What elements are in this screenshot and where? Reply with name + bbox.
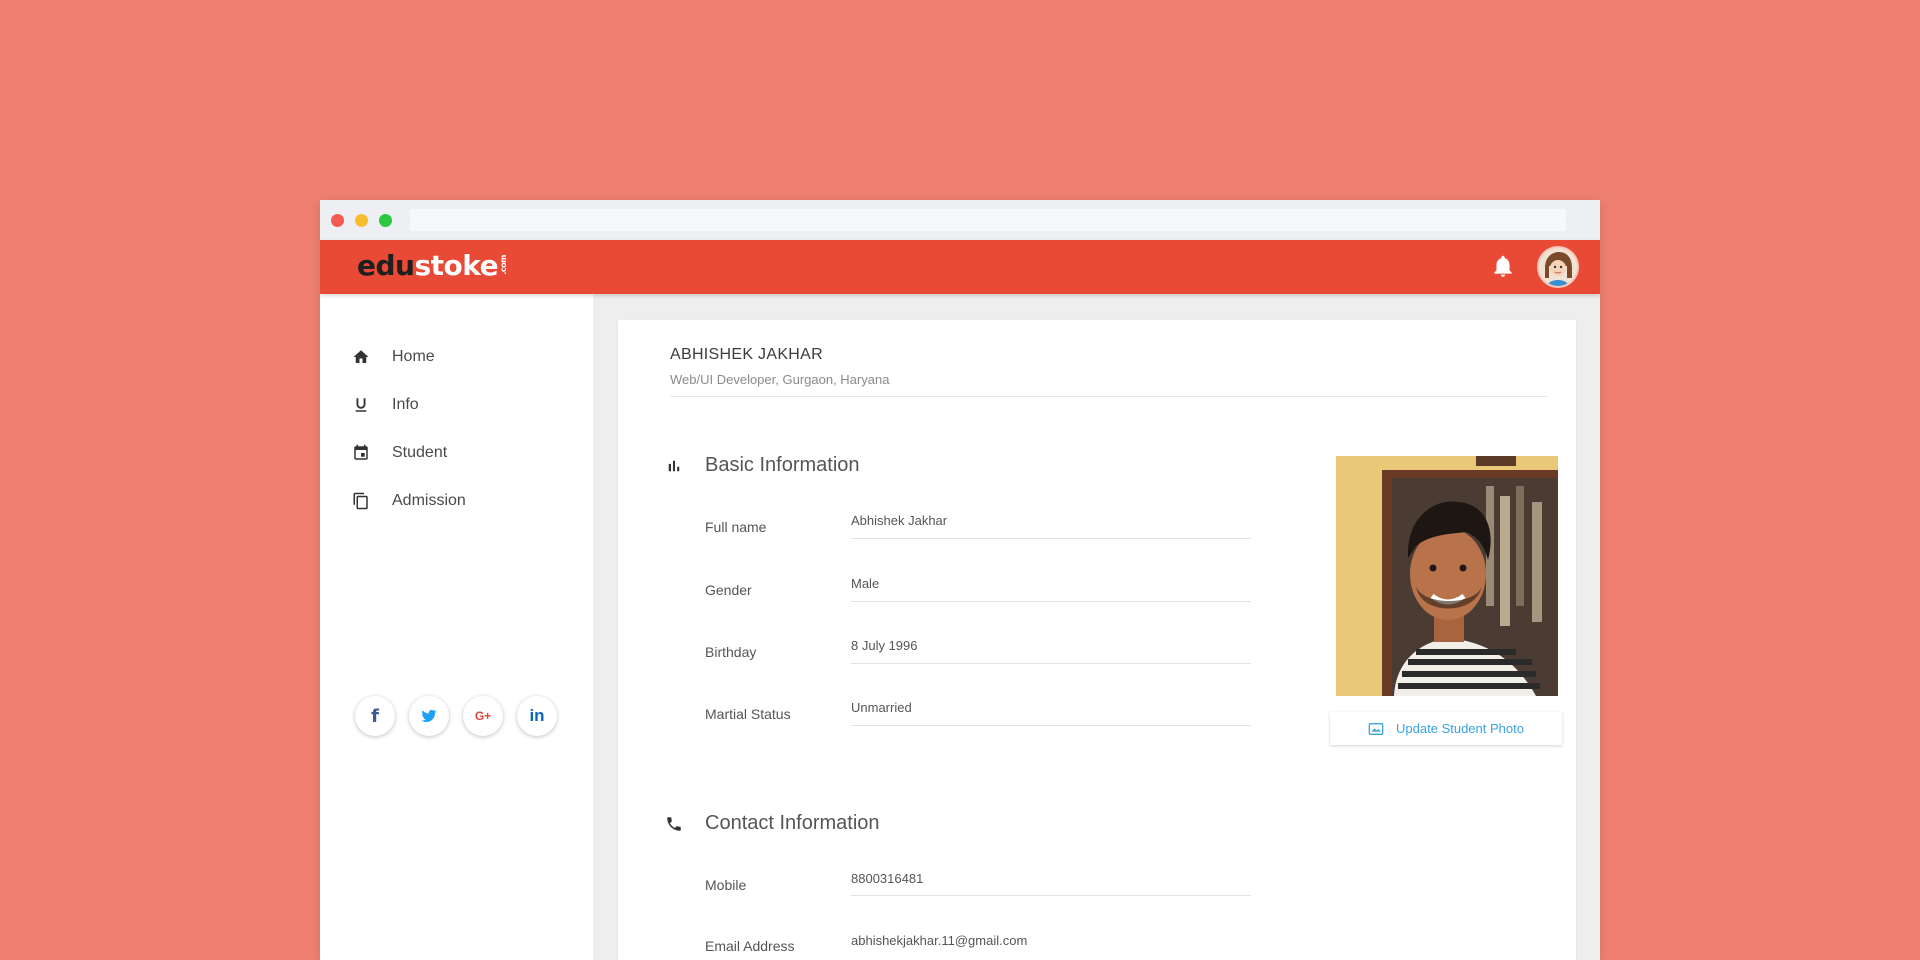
google-plus-icon: G+: [474, 709, 492, 723]
close-window-button[interactable]: [331, 214, 344, 227]
field-underline: [851, 725, 1251, 726]
twitter-icon: [421, 709, 437, 722]
field-value-gender[interactable]: Male: [851, 576, 879, 591]
sidebar-item-label: Student: [392, 444, 448, 461]
linkedin-button[interactable]: in: [517, 696, 557, 736]
field-underline: [851, 601, 1251, 602]
field-label-email: Email Address: [705, 938, 795, 954]
user-avatar[interactable]: [1537, 246, 1579, 288]
app-header: edustoke.com: [320, 240, 1600, 294]
header-divider: [670, 396, 1548, 397]
google-plus-button[interactable]: G+: [463, 696, 503, 736]
field-label-birthday: Birthday: [705, 644, 757, 660]
sidebar-item-info[interactable]: Info: [350, 390, 570, 420]
field-label-mobile: Mobile: [705, 877, 747, 893]
phone-icon: [667, 817, 681, 831]
field-label-martial-status: Martial Status: [705, 706, 791, 722]
logo-com-text: .com: [499, 255, 509, 275]
bar-chart-icon: [668, 460, 680, 472]
maximize-window-button[interactable]: [379, 214, 392, 227]
contact-info-title: Contact Information: [705, 812, 880, 834]
student-photo: [1336, 456, 1558, 696]
notification-bell-icon[interactable]: [1490, 253, 1516, 279]
field-label-gender: Gender: [705, 582, 752, 598]
sidebar-item-label: Admission: [392, 492, 466, 509]
twitter-button[interactable]: t: [409, 696, 449, 736]
copy-icon: [350, 490, 372, 512]
field-value-birthday[interactable]: 8 July 1996: [851, 638, 918, 653]
underline-icon: [350, 394, 372, 416]
field-label-full-name: Full name: [705, 519, 767, 535]
image-icon: [1368, 722, 1384, 735]
calendar-icon: [350, 442, 372, 464]
logo-edu-text: edu: [357, 249, 415, 282]
facebook-button[interactable]: f: [355, 696, 395, 736]
field-value-full-name[interactable]: Abhishek Jakhar: [851, 513, 947, 528]
field-value-martial-status[interactable]: Unmarried: [851, 700, 912, 715]
field-underline: [851, 663, 1251, 664]
facebook-icon: f: [371, 705, 379, 727]
sidebar-item-home[interactable]: Home: [350, 342, 570, 372]
minimize-window-button[interactable]: [355, 214, 368, 227]
linkedin-icon: in: [529, 706, 545, 725]
home-icon: [350, 346, 372, 368]
field-underline: [851, 895, 1251, 896]
basic-info-title: Basic Information: [705, 454, 860, 476]
sidebar-item-admission[interactable]: Admission: [350, 486, 570, 516]
student-name: ABHISHEK JAKHAR: [670, 346, 823, 363]
field-value-email[interactable]: abhishekjakhar.11@gmail.com: [851, 933, 1027, 948]
field-underline: [851, 538, 1251, 539]
update-photo-label: Update Student Photo: [1396, 721, 1524, 736]
student-role: Web/UI Developer, Gurgaon, Haryana: [670, 372, 890, 387]
sidebar-item-label: Info: [392, 396, 419, 413]
edustoke-logo[interactable]: edustoke.com: [357, 249, 508, 282]
sidebar-item-student[interactable]: Student: [350, 438, 570, 468]
browser-titlebar: [320, 200, 1600, 240]
sidebar-item-label: Home: [392, 348, 435, 365]
update-photo-button[interactable]: Update Student Photo: [1330, 712, 1562, 745]
field-value-mobile[interactable]: 8800316481: [851, 871, 923, 886]
logo-stoke-text: stoke: [414, 249, 499, 282]
address-bar[interactable]: [410, 209, 1566, 231]
